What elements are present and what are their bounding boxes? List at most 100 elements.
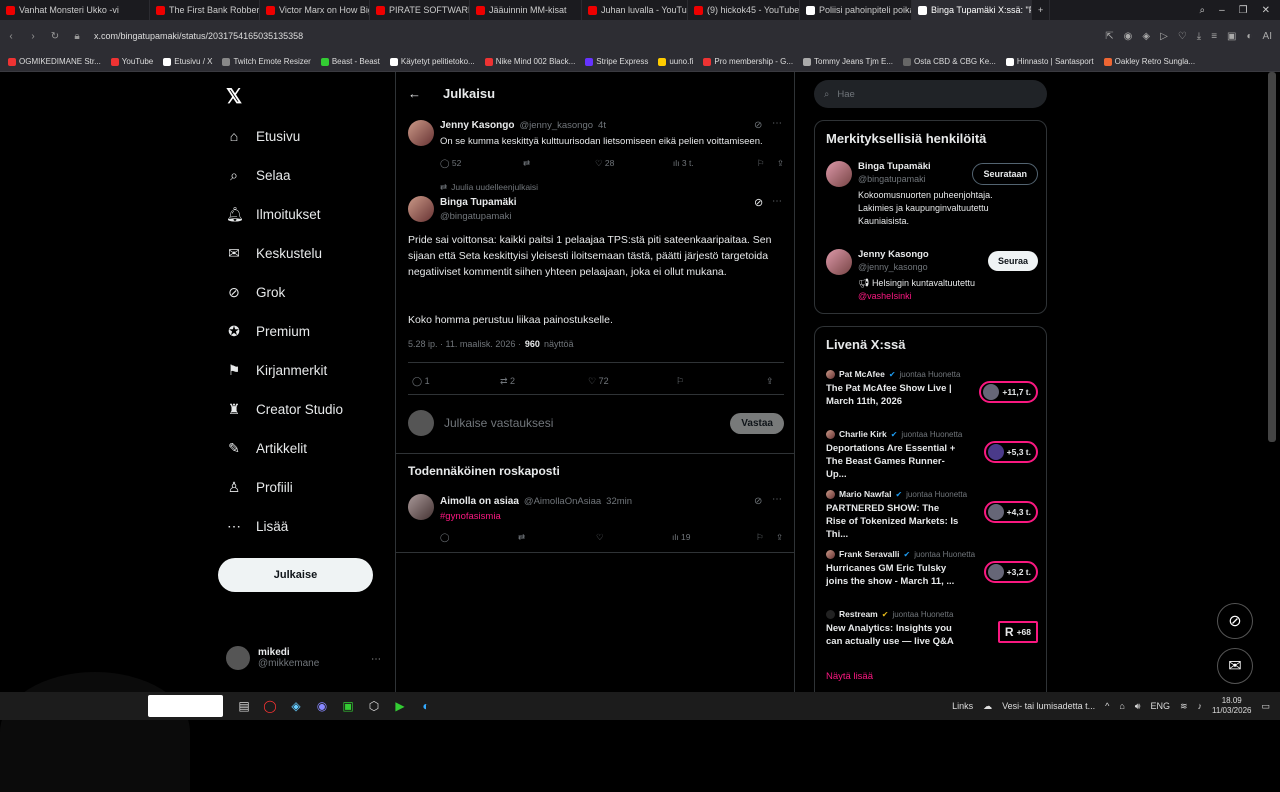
more-icon[interactable]: ⋯ <box>371 654 381 665</box>
person-name[interactable]: Jenny Kasongo <box>858 249 929 260</box>
listener-badge[interactable]: +3,2 t. <box>983 561 1038 583</box>
nav-explore[interactable]: ⌕ Selaa <box>226 167 290 184</box>
author-handle[interactable]: @jenny_kasongo <box>519 120 593 131</box>
avatar[interactable] <box>826 249 852 275</box>
listener-badge[interactable]: +4,3 t. <box>983 501 1038 523</box>
grok-icon[interactable]: ⊘ <box>754 120 762 131</box>
bookmark-icon[interactable]: ⚐ <box>756 532 776 543</box>
live-item[interactable]: Restream ✔ juontaa Huonetta New Analytics:… <box>826 609 1038 648</box>
profile-icon[interactable]: ◐ <box>1247 31 1253 42</box>
repost-action[interactable]: ⇄ 2 <box>500 376 588 387</box>
task-view-icon[interactable]: ▤ <box>231 696 257 716</box>
browser-tab-active[interactable]: Binga Tupamäki X:ssä: "P <box>912 0 1032 20</box>
bookmark[interactable]: Hinnasto | Santasport <box>1005 57 1094 66</box>
person-handle[interactable]: @bingatupamaki <box>858 174 926 184</box>
discord-icon[interactable]: ◉ <box>309 696 335 716</box>
bookmark-icon[interactable]: ⚐ <box>757 158 777 169</box>
reply-button[interactable]: Vastaa <box>730 412 784 434</box>
nav-more[interactable]: ⋯ Lisää <box>226 518 288 535</box>
follow-button[interactable]: Seuraa <box>987 251 1038 271</box>
reply-action[interactable]: ◯ 1 <box>412 376 500 387</box>
wifi-icon[interactable]: ≋ <box>1180 701 1188 712</box>
edge-icon[interactable]: ◐ <box>413 696 439 716</box>
messages-fab-icon[interactable]: ✉ <box>1217 648 1253 684</box>
browser-tab[interactable]: Jääuinnin MM-kisat <box>470 0 582 20</box>
reply-input[interactable]: Julkaise vastauksesi <box>444 416 553 430</box>
grok-fab-icon[interactable]: ⊘ <box>1217 603 1253 639</box>
reply-icon[interactable]: ◯ <box>440 532 518 543</box>
sidebar-icon[interactable]: ▣ <box>1227 31 1236 42</box>
repost-icon[interactable]: ⇄ <box>518 532 596 543</box>
share-icon[interactable]: ⇪ <box>766 376 774 387</box>
bookmark[interactable]: uuno.fi <box>658 57 693 66</box>
browser-tab[interactable]: Vanhat Monsteri Ukko -vi <box>0 0 150 20</box>
browser-tab[interactable]: Victor Marx on How Big T <box>260 0 370 20</box>
nav-grok[interactable]: ⊘ Grok <box>226 284 285 301</box>
play-icon[interactable]: ▷ <box>1160 31 1168 42</box>
more-icon[interactable]: ⋯ <box>772 118 782 129</box>
forward-icon[interactable]: › <box>22 31 44 42</box>
show-more-link[interactable]: Näytä lisää <box>826 671 873 682</box>
bookmark[interactable]: Nike Mind 002 Black... <box>484 57 575 66</box>
new-tab-button[interactable]: + <box>1032 0 1051 20</box>
author-name[interactable]: Aimolla on asiaa <box>440 496 519 507</box>
views-action[interactable]: ılı 19 <box>672 532 756 543</box>
app-icon[interactable]: ⬡ <box>361 696 387 716</box>
app-icon[interactable]: ▣ <box>335 696 361 716</box>
nav-creator-studio[interactable]: ♜ Creator Studio <box>226 401 343 418</box>
author-name[interactable]: Binga Tupamäki <box>440 197 517 208</box>
bookmark[interactable]: Etusivu / X <box>163 57 212 66</box>
views-action[interactable]: ılı 3 t. <box>673 158 757 169</box>
notification-icon[interactable]: ▭ <box>1261 701 1270 712</box>
repost-icon[interactable]: ⇄ <box>523 158 595 169</box>
grok-icon[interactable]: ⊘ <box>754 196 763 209</box>
browser-tab[interactable]: PIRATE SOFTWARE TRIED <box>370 0 470 20</box>
browser-tab[interactable]: Juhan luvalla - YouTube <box>582 0 688 20</box>
heart-icon[interactable]: ♡ <box>1178 31 1187 42</box>
person-name[interactable]: Binga Tupamäki <box>858 161 931 172</box>
live-item[interactable]: Charlie Kirk ✔ juontaa Huonetta Deportatio… <box>826 429 1038 481</box>
volume-icon[interactable]: 🔊︎ <box>1135 701 1141 712</box>
ai-icon[interactable]: AI <box>1263 31 1272 42</box>
camera-icon[interactable]: ◉ <box>1124 31 1133 42</box>
search-input[interactable]: ⌕ Hae <box>814 80 1047 108</box>
language-indicator[interactable]: ENG <box>1150 701 1170 711</box>
avatar[interactable] <box>408 494 434 520</box>
opera-icon[interactable]: ◯ <box>257 696 283 716</box>
maximize-icon[interactable]: ❐ <box>1239 5 1248 16</box>
listener-badge[interactable]: R +68 <box>997 621 1038 643</box>
browser-tab[interactable]: The First Bank Robber to <box>150 0 260 20</box>
timestamp[interactable]: 32min <box>606 496 632 507</box>
bookmark[interactable]: OGMIKEDIMANE Str... <box>8 57 101 66</box>
author-handle[interactable]: @AimollaOnAsiaa <box>524 496 601 507</box>
chevron-up-icon[interactable]: ^ <box>1105 701 1109 711</box>
live-item[interactable]: Frank Seravalli ✔ juontaa Huonetta Hurrica… <box>826 549 1038 588</box>
mention-link[interactable]: @vasheIsinki <box>858 291 912 301</box>
scrollbar[interactable] <box>1268 72 1276 442</box>
nav-bookmarks[interactable]: ⚑ Kirjanmerkit <box>226 362 328 379</box>
bookmark[interactable]: Oakley Retro Sunglа... <box>1103 57 1195 66</box>
sound-icon[interactable]: ♪ <box>1198 701 1203 711</box>
bookmark[interactable]: Twitch Emote Resizer <box>222 57 311 66</box>
avatar[interactable] <box>408 196 434 222</box>
listener-badge[interactable]: +11,7 t. <box>979 381 1038 403</box>
reload-icon[interactable]: ↻ <box>44 31 66 42</box>
url-field[interactable]: x.com/bingatupamaki/status/2031754165035… <box>94 31 303 41</box>
nav-profile[interactable]: ♙ Profiili <box>226 479 293 496</box>
browser-tab[interactable]: (9) hickok45 - YouTube <box>688 0 800 20</box>
search-icon[interactable]: ⌕ <box>1199 5 1205 16</box>
nav-premium[interactable]: ✪ Premium <box>226 323 310 340</box>
more-icon[interactable]: ⋯ <box>772 196 782 207</box>
clock[interactable]: 18.09 11/03/2026 <box>1212 696 1251 716</box>
download-icon[interactable]: ⤓ <box>1197 31 1201 42</box>
bookmark[interactable]: Käytetyt pelitietoko... <box>389 57 475 66</box>
avatar[interactable] <box>826 161 852 187</box>
grok-icon[interactable]: ⊘ <box>754 496 762 507</box>
bookmark[interactable]: Pro membership - G... <box>703 57 793 66</box>
account-switcher[interactable]: mikedi @mikkemane ⋯ <box>226 646 381 670</box>
taskbar-search[interactable] <box>148 695 223 717</box>
live-item[interactable]: Mario Nawfal ✔ juontaa Huonetta PARTNERED … <box>826 489 1038 541</box>
shield-icon[interactable]: ◈ <box>1142 31 1150 42</box>
app-icon[interactable]: ◈ <box>283 696 309 716</box>
x-logo-icon[interactable]: 𝕏 <box>226 84 242 109</box>
